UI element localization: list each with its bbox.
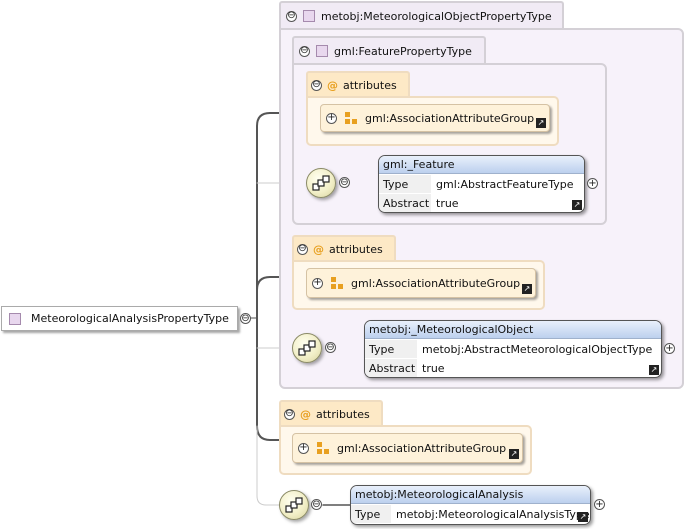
expand-element-toggle[interactable]: + <box>594 499 605 510</box>
element-gml-feature[interactable]: gml:_Feature Type gml:AbstractFeatureType… <box>378 155 585 213</box>
root-element[interactable]: MeteorologicalAnalysisPropertyType <box>1 306 238 331</box>
collapse-sequence-toggle[interactable]: ⊖ <box>325 342 336 353</box>
collapse-sequence-toggle[interactable]: ⊖ <box>339 177 350 188</box>
expand-attribute-group-toggle[interactable]: + <box>312 277 323 289</box>
inner-complex-type-header[interactable]: ⊖ gml:FeaturePropertyType <box>292 36 486 64</box>
collapse-inner-type-toggle[interactable]: ⊖ <box>299 45 310 57</box>
property-value: metobj:MeteorologicalAnalysisType <box>396 507 590 521</box>
property-value: true <box>422 361 445 375</box>
expand-element-toggle[interactable]: + <box>664 343 675 354</box>
expand-attribute-group-toggle[interactable]: + <box>326 112 337 124</box>
attributes-label: attributes <box>329 242 383 256</box>
shortcut-arrow-icon[interactable]: ↗ <box>572 200 582 210</box>
shortcut-arrow-icon[interactable]: ↗ <box>509 449 519 459</box>
collapse-outer-type-toggle[interactable]: ⊖ <box>286 10 297 22</box>
collapse-attributes-toggle[interactable]: ⊖ <box>297 243 308 255</box>
element-metobj-meteorological-object[interactable]: metobj:_MeteorologicalObject Type metobj:… <box>364 320 662 378</box>
root-element-label: MeteorologicalAnalysisPropertyType <box>31 312 229 325</box>
property-key: Type <box>379 175 431 193</box>
collapse-attributes-toggle[interactable]: ⊖ <box>311 79 322 91</box>
attribute-group-icon <box>345 112 357 124</box>
attributes-label: attributes <box>316 407 370 421</box>
attributes-header-1[interactable]: ⊖ @ attributes <box>306 71 410 97</box>
element-name: metobj:MeteorologicalAnalysis <box>351 486 590 504</box>
collapse-root-toggle[interactable]: ⊖ <box>240 313 251 324</box>
shortcut-arrow-icon[interactable]: ↗ <box>649 365 659 375</box>
attribute-group-label: gml:AssociationAttributeGroup <box>351 276 521 290</box>
attribute-group-icon <box>317 442 329 454</box>
attribute-group-1[interactable]: + gml:AssociationAttributeGroup ↗ <box>320 104 550 132</box>
element-metobj-meteorological-analysis[interactable]: metobj:MeteorologicalAnalysis Type metobj… <box>350 485 591 525</box>
complex-type-icon <box>316 45 328 57</box>
shortcut-arrow-icon[interactable]: ↗ <box>522 284 532 294</box>
outer-complex-type-header[interactable]: ⊖ metobj:MeteorologicalObjectPropertyTyp… <box>279 1 564 29</box>
sequence-compositor-1[interactable] <box>306 168 336 198</box>
attribute-at-icon: @ <box>313 242 324 256</box>
attributes-header-2[interactable]: ⊖ @ attributes <box>292 235 396 261</box>
outer-type-label: metobj:MeteorologicalObjectPropertyType <box>321 9 552 23</box>
inner-type-label: gml:FeaturePropertyType <box>334 44 472 58</box>
element-name: gml:_Feature <box>379 156 584 174</box>
complex-type-icon <box>303 10 315 22</box>
attribute-at-icon: @ <box>300 407 311 421</box>
property-key: Type <box>351 505 391 523</box>
expand-element-toggle[interactable]: + <box>587 178 598 189</box>
attributes-label: attributes <box>343 78 397 92</box>
property-key: Type <box>365 340 417 358</box>
attributes-header-3[interactable]: ⊖ @ attributes <box>279 400 383 426</box>
property-value: gml:AbstractFeatureType <box>436 177 574 191</box>
property-key: Abstract <box>365 359 417 377</box>
sequence-compositor-2[interactable] <box>292 333 322 363</box>
expand-attribute-group-toggle[interactable]: + <box>298 442 309 454</box>
collapse-attributes-toggle[interactable]: ⊖ <box>284 408 295 420</box>
attribute-at-icon: @ <box>327 78 338 92</box>
attribute-group-icon <box>331 277 343 289</box>
collapse-sequence-toggle[interactable]: ⊖ <box>311 499 322 510</box>
property-key: Abstract <box>379 194 431 212</box>
property-value: metobj:AbstractMeteorologicalObjectType <box>422 342 653 356</box>
shortcut-arrow-icon[interactable]: ↗ <box>578 512 588 522</box>
attribute-group-label: gml:AssociationAttributeGroup <box>365 111 535 125</box>
attribute-group-3[interactable]: + gml:AssociationAttributeGroup ↗ <box>292 433 523 463</box>
complex-type-icon <box>9 312 21 325</box>
property-value: true <box>436 196 459 210</box>
attribute-group-label: gml:AssociationAttributeGroup <box>337 441 507 455</box>
shortcut-arrow-icon[interactable]: ↗ <box>536 118 546 128</box>
element-name: metobj:_MeteorologicalObject <box>365 321 661 339</box>
attribute-group-2[interactable]: + gml:AssociationAttributeGroup ↗ <box>306 268 536 298</box>
sequence-compositor-3[interactable] <box>279 490 309 520</box>
